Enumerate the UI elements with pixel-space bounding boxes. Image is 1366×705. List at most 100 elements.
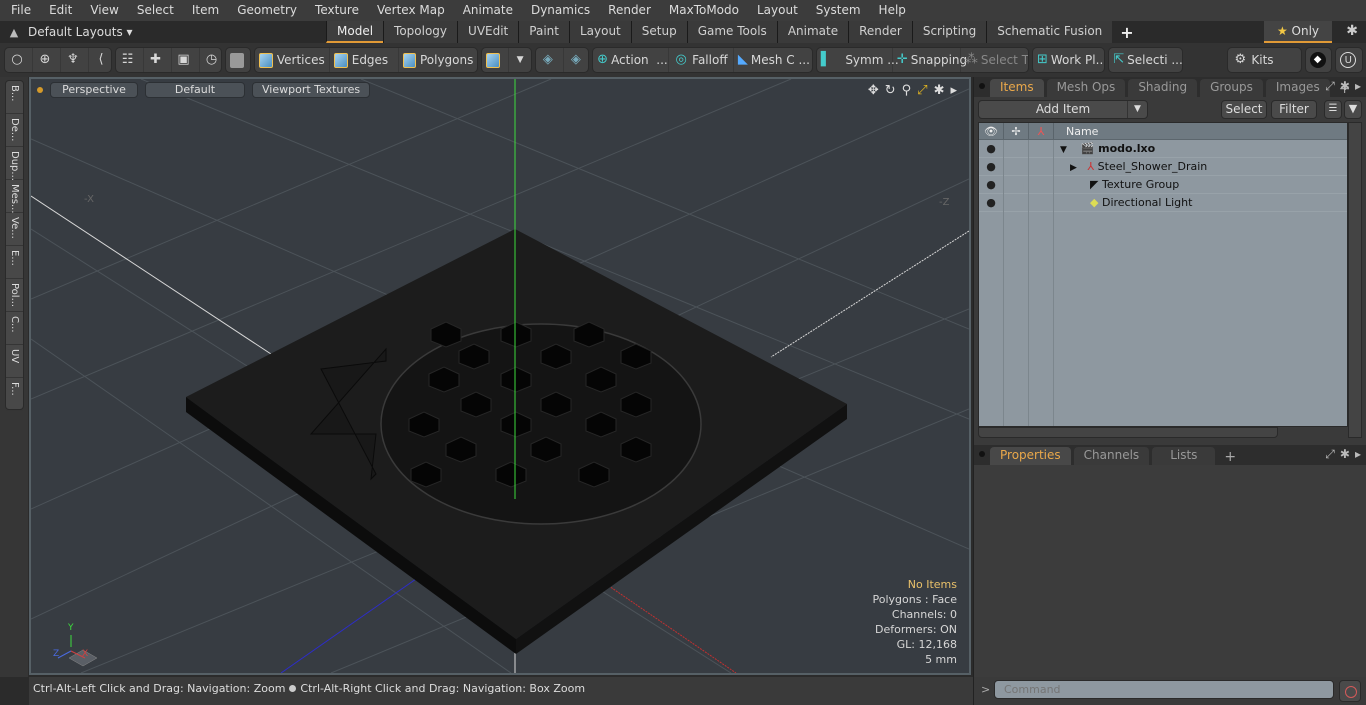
- filter-button[interactable]: Filter: [1271, 100, 1317, 119]
- material-mode-button[interactable]: [482, 48, 510, 72]
- menu-view[interactable]: View: [79, 0, 125, 21]
- action-center-button[interactable]: ⊕ Action ...: [593, 48, 670, 72]
- select-through-button[interactable]: ⁂Select T...: [961, 48, 1028, 72]
- local-transform-button[interactable]: ◈: [564, 48, 588, 72]
- menu-layout[interactable]: Layout: [746, 0, 805, 21]
- item-mode-button[interactable]: [226, 48, 250, 72]
- pan-move-icon[interactable]: ✥: [868, 83, 879, 98]
- shading-mode-button[interactable]: Default: [145, 82, 245, 98]
- tab-topology[interactable]: Topology: [383, 21, 458, 43]
- tab-shading[interactable]: Shading: [1128, 79, 1198, 97]
- tab-model[interactable]: Model: [326, 21, 384, 43]
- clock-button[interactable]: ◷: [200, 48, 222, 72]
- tab-game-tools[interactable]: Game Tools: [686, 21, 777, 43]
- vtab-uv[interactable]: UV: [6, 345, 23, 378]
- menu-edit[interactable]: Edit: [38, 0, 79, 21]
- collapse-triangle-icon[interactable]: ▶: [1070, 163, 1077, 173]
- menu-animate[interactable]: Animate: [452, 0, 520, 21]
- zoom-magnifier-icon[interactable]: ⚲: [902, 83, 912, 98]
- add-item-dropdown-arrow-icon[interactable]: ▼: [1127, 101, 1147, 118]
- snapping-button[interactable]: ✛ Snapping: [893, 48, 967, 72]
- vtab-edge[interactable]: E...: [6, 246, 23, 279]
- tab-scripting[interactable]: Scripting: [911, 21, 987, 43]
- vtab-duplicate[interactable]: Dup...: [6, 147, 23, 181]
- lock-column-icon[interactable]: ✢: [1004, 123, 1029, 139]
- vtab-fusion[interactable]: F...: [6, 378, 23, 411]
- tree-row-steel-shower-drain[interactable]: ● ▶ ⅄ Steel_Shower_Drain: [979, 158, 1347, 176]
- vtab-curve[interactable]: C...: [6, 312, 23, 345]
- polygons-button[interactable]: Polygons: [399, 48, 477, 72]
- pen-tool-button[interactable]: ♆: [61, 48, 89, 72]
- properties-gear-icon[interactable]: ✱: [1340, 447, 1350, 462]
- item-tree-horizontal-scrollbar[interactable]: [978, 427, 1278, 438]
- material-dropdown-arrow[interactable]: ▼: [509, 48, 531, 72]
- tab-lists[interactable]: Lists: [1152, 447, 1216, 465]
- gear-icon[interactable]: ✱: [1346, 23, 1358, 39]
- add-item-button[interactable]: Add Item ▼: [978, 100, 1148, 119]
- sphere-select-button[interactable]: ⊕: [33, 48, 61, 72]
- record-macro-icon[interactable]: [1339, 680, 1361, 702]
- tab-render[interactable]: Render: [848, 21, 912, 43]
- menu-render[interactable]: Render: [597, 0, 658, 21]
- viewport-options-dot[interactable]: [37, 87, 43, 93]
- visibility-eye-icon[interactable]: ●: [979, 194, 1004, 211]
- tab-animate[interactable]: Animate: [776, 21, 849, 43]
- panel-gear-icon[interactable]: ✱: [1340, 79, 1350, 94]
- menu-geometry[interactable]: Geometry: [226, 0, 304, 21]
- tab-items[interactable]: Items: [990, 79, 1044, 97]
- properties-expand-arrow-icon[interactable]: ▸: [1355, 447, 1361, 462]
- maximize-icon[interactable]: ⤢: [917, 83, 927, 98]
- square-circle-button[interactable]: ▣: [172, 48, 200, 72]
- vtab-vertex[interactable]: Ve...: [6, 213, 23, 246]
- menu-texture[interactable]: Texture: [304, 0, 366, 21]
- vtab-mesh-edit[interactable]: Mes...: [6, 180, 23, 214]
- only-toggle[interactable]: ★ Only: [1264, 21, 1332, 43]
- expand-triangle-icon[interactable]: ▼: [1060, 145, 1067, 155]
- viewport-gear-icon[interactable]: ✱: [934, 83, 945, 98]
- properties-maximize-icon[interactable]: ⤢: [1325, 447, 1335, 462]
- reference-column-axes-icon[interactable]: ⅄: [1029, 123, 1054, 139]
- work-plane-button[interactable]: ⊞ Work Pl...: [1033, 48, 1104, 72]
- menu-select[interactable]: Select: [126, 0, 181, 21]
- add-properties-tab-plus-icon[interactable]: +: [1218, 449, 1242, 465]
- menu-dynamics[interactable]: Dynamics: [520, 0, 597, 21]
- rotate-icon[interactable]: ↻: [885, 83, 896, 98]
- tree-row-modo-lxo[interactable]: ● ▼ 🎬 modo.lxo: [979, 140, 1347, 158]
- collapse-arrow-icon[interactable]: ▲: [0, 26, 28, 39]
- tab-uvedit[interactable]: UVEdit: [457, 21, 519, 43]
- viewport-textures-button[interactable]: Viewport Textures: [252, 82, 371, 98]
- tab-schematic-fusion[interactable]: Schematic Fusion: [986, 21, 1113, 43]
- tree-row-directional-light[interactable]: ● ◆ Directional Light: [979, 194, 1347, 212]
- list-options-icon[interactable]: ☰: [1324, 100, 1342, 119]
- tree-row-texture-group[interactable]: ● ◤ Texture Group: [979, 176, 1347, 194]
- select-button[interactable]: Select: [1221, 100, 1267, 119]
- circle-select-button[interactable]: ○: [5, 48, 33, 72]
- tab-channels[interactable]: Channels: [1073, 447, 1150, 465]
- viewport-expand-arrow-icon[interactable]: ▸: [950, 83, 957, 98]
- vtab-polygon[interactable]: Pol...: [6, 279, 23, 312]
- default-layouts-dropdown[interactable]: Default Layouts ▾: [28, 25, 326, 39]
- name-column-header[interactable]: Name: [1054, 123, 1347, 139]
- panel-maximize-icon[interactable]: ⤢: [1325, 79, 1335, 94]
- vertices-button[interactable]: Vertices: [255, 48, 330, 72]
- visibility-eye-icon[interactable]: ●: [979, 140, 1004, 157]
- 3d-viewport[interactable]: Perspective Default Viewport Textures ✥ …: [29, 77, 971, 675]
- vtab-deform[interactable]: De...: [6, 114, 23, 147]
- menu-file[interactable]: File: [0, 0, 38, 21]
- tab-mesh-ops[interactable]: Mesh Ops: [1046, 79, 1126, 97]
- edges-button[interactable]: Edges: [330, 48, 400, 72]
- vtab-basic[interactable]: B...: [6, 81, 23, 114]
- menu-item[interactable]: Item: [181, 0, 226, 21]
- view-type-button[interactable]: Perspective: [50, 82, 138, 98]
- world-transform-button[interactable]: ◈: [536, 48, 564, 72]
- tab-setup[interactable]: Setup: [630, 21, 687, 43]
- selection-sets-button[interactable]: ⇱ Selecti ...: [1109, 48, 1181, 72]
- unreal-button[interactable]: U: [1336, 48, 1362, 72]
- layers-button[interactable]: ☷: [116, 48, 144, 72]
- falloff-button[interactable]: ◎ Falloff: [669, 48, 734, 72]
- tab-layout[interactable]: Layout: [568, 21, 631, 43]
- tab-properties[interactable]: Properties: [990, 447, 1071, 465]
- tab-paint[interactable]: Paint: [518, 21, 569, 43]
- visibility-eye-icon[interactable]: ●: [979, 176, 1004, 193]
- mesh-constraint-button[interactable]: ◣ Mesh C ...: [734, 48, 812, 72]
